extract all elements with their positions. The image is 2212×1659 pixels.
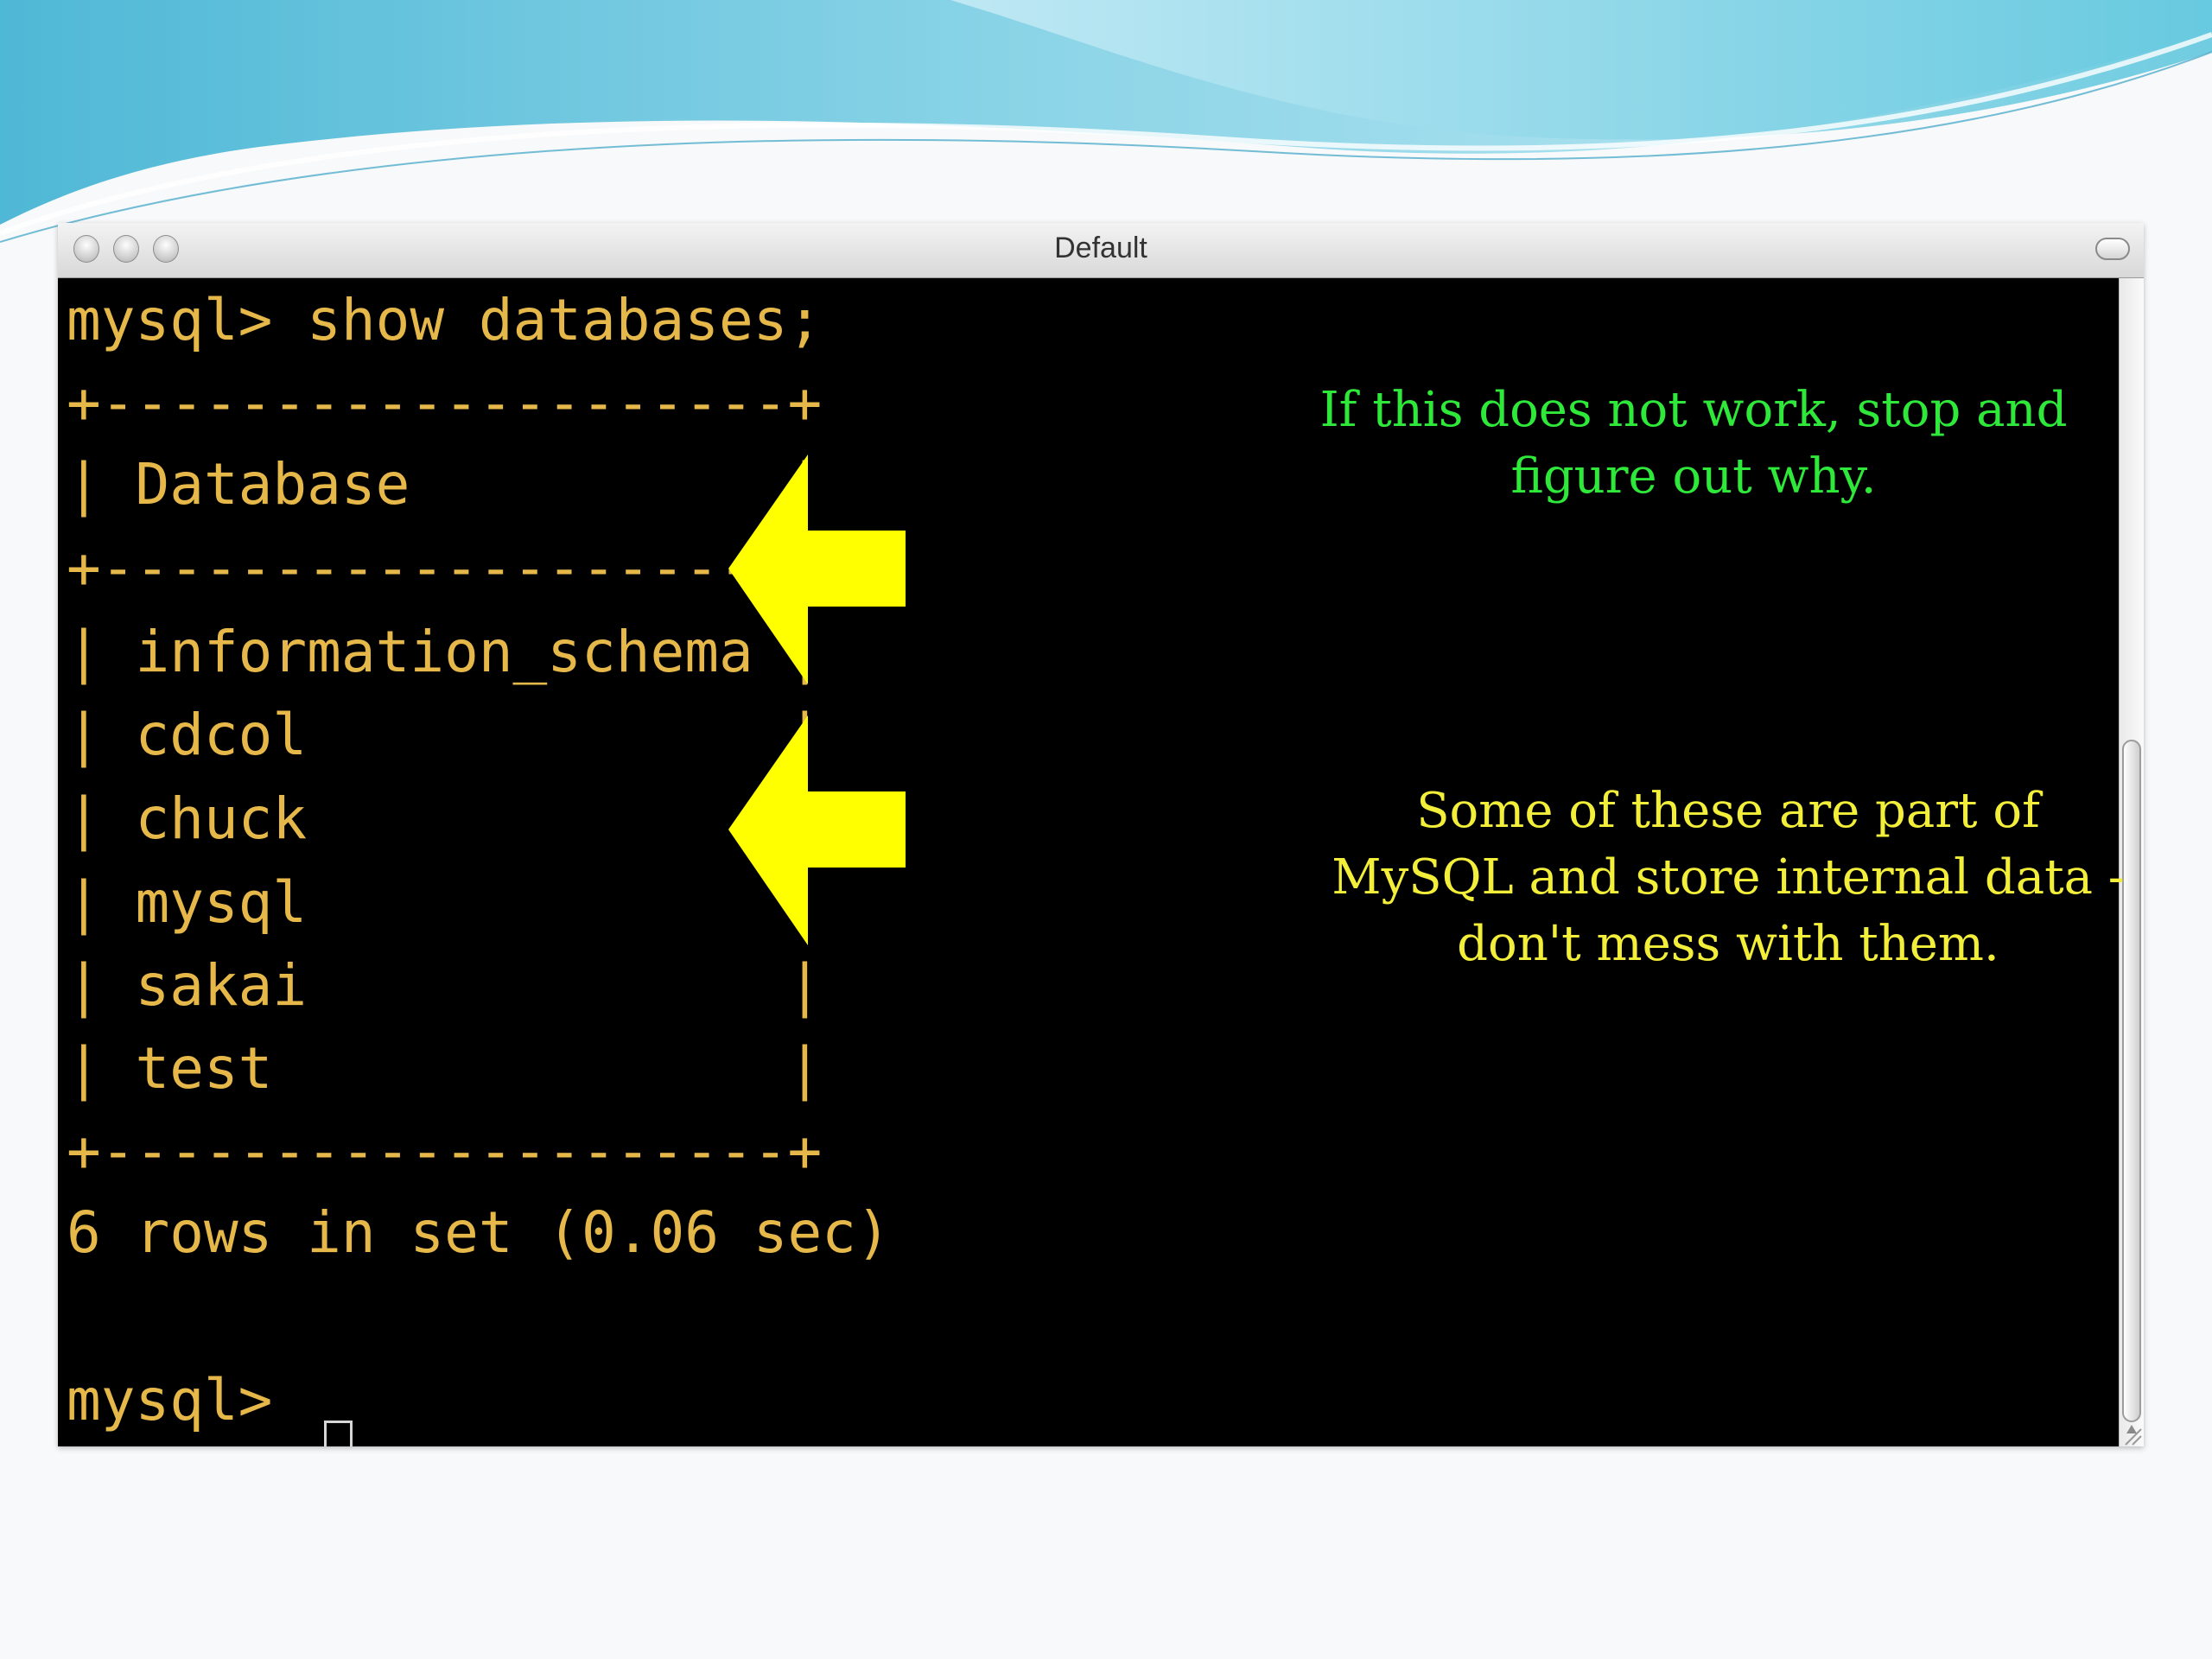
terminal-line: +--------------------+ [67, 1118, 823, 1185]
terminal-line: +--------------------+ [67, 370, 823, 436]
resize-grip-icon[interactable] [2119, 1412, 2144, 1446]
arrow-left-icon [728, 454, 906, 684]
terminal-line: +--------------------+ [67, 535, 823, 601]
annotation-top-note: If this does not work, stop and figure o… [1319, 382, 2068, 505]
terminal-line: | cdcol | [67, 702, 823, 768]
terminal-line: | mysql | [67, 869, 823, 936]
terminal-line: mysql> show databases; [67, 287, 823, 353]
terminal-line: | sakai | [67, 952, 823, 1019]
terminal-line: | test | [67, 1035, 823, 1102]
terminal-cursor [324, 1421, 353, 1446]
terminal-line: 6 rows in set (0.06 sec) [67, 1199, 891, 1266]
terminal-line: | Database | [67, 451, 823, 518]
slide-wave-background [0, 0, 2212, 243]
terminal-prompt: mysql> [67, 1367, 308, 1433]
window-titlebar[interactable]: Default [58, 223, 2144, 278]
terminal-line: | chuck | [67, 785, 823, 852]
annotation-bottom-note: Some of these are part of MySQL and stor… [1332, 783, 2125, 972]
toolbar-toggle-button[interactable] [2095, 238, 2130, 260]
arrow-left-icon [728, 715, 906, 945]
window-title: Default [1054, 232, 1147, 264]
terminal-line: | information_schema | [67, 619, 823, 685]
